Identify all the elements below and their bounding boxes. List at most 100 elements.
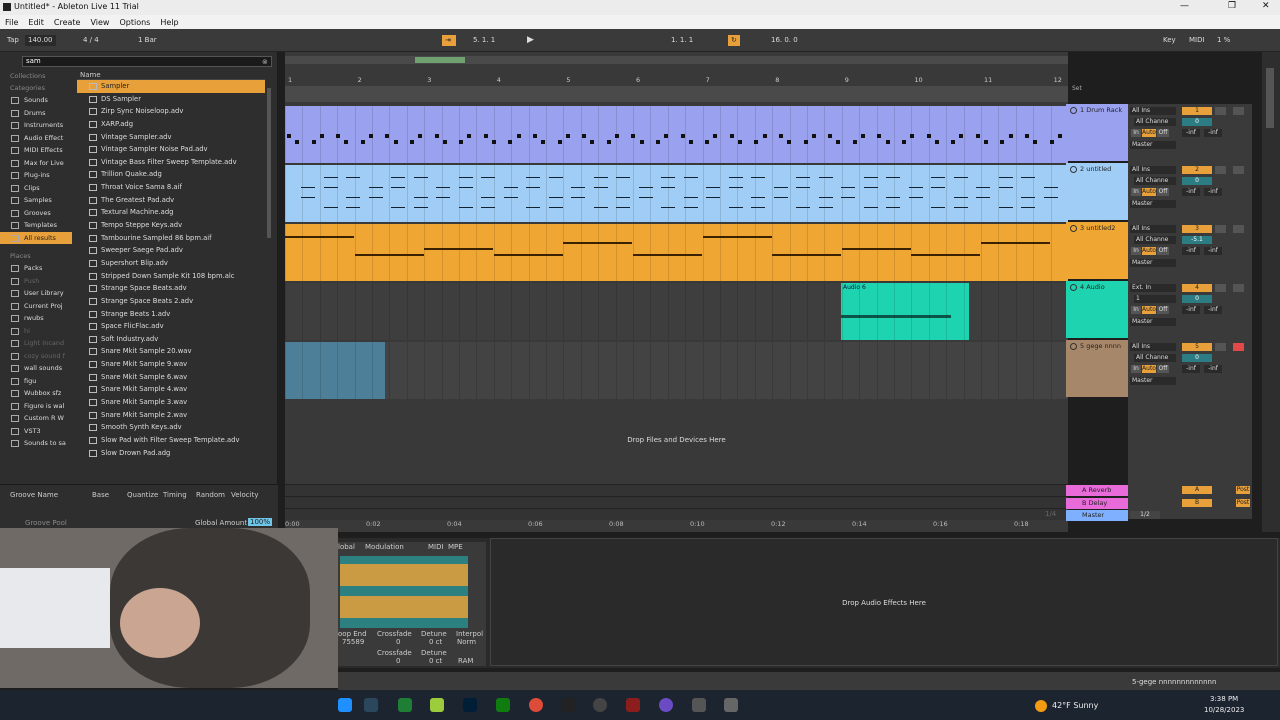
arm-button[interactable] bbox=[1233, 166, 1244, 174]
arrangement-record-icon[interactable]: ⇥ bbox=[442, 35, 456, 46]
category-item[interactable]: MIDI Effects bbox=[0, 144, 72, 157]
track-number-button[interactable]: 1 bbox=[1182, 107, 1212, 115]
volume-field[interactable]: 0 bbox=[1182, 177, 1212, 185]
return-send[interactable]: A bbox=[1182, 486, 1212, 494]
pan-inf-left[interactable]: -inf bbox=[1182, 365, 1200, 373]
menu-create[interactable]: Create bbox=[54, 18, 81, 27]
place-item[interactable]: figu bbox=[0, 375, 72, 388]
return-mode[interactable]: Post bbox=[1236, 486, 1250, 494]
file-item[interactable]: Snare Mkit Sample 2.wav bbox=[77, 409, 265, 422]
monitor-off-button[interactable]: Off bbox=[1157, 247, 1169, 255]
category-item[interactable]: Drums bbox=[0, 107, 72, 120]
collections-header[interactable]: Collections bbox=[0, 70, 72, 82]
close-button[interactable]: ✕ bbox=[1262, 1, 1270, 11]
track-fold-icon[interactable] bbox=[1070, 107, 1077, 114]
arm-button[interactable] bbox=[1233, 343, 1244, 351]
track-fold-icon[interactable] bbox=[1070, 166, 1077, 173]
track-lane-3[interactable] bbox=[285, 224, 1104, 281]
file-item[interactable]: Space FlicFlac.adv bbox=[77, 320, 265, 333]
key-map-button[interactable]: Key bbox=[1160, 35, 1179, 46]
time-ruler[interactable]: 0:00 0:02 0:04 0:06 0:08 0:10 0:12 0:14 0:16 0:18 bbox=[285, 520, 1068, 531]
file-item[interactable]: Strange Space Beats 2.adv bbox=[77, 295, 265, 308]
groove-quantize-header[interactable]: Quantize bbox=[127, 491, 158, 499]
return-header[interactable]: Master bbox=[1066, 510, 1128, 521]
input-type-select[interactable]: All Ins bbox=[1130, 107, 1176, 115]
track-header[interactable]: 1 Drum Rack bbox=[1066, 104, 1128, 161]
steam-icon[interactable] bbox=[364, 698, 378, 712]
obs-icon[interactable] bbox=[593, 698, 607, 712]
place-item[interactable]: VST3 bbox=[0, 425, 72, 438]
file-item[interactable]: Slow Pad with Filter Sweep Template.adv bbox=[77, 434, 265, 447]
ableton-taskbar-icon[interactable] bbox=[724, 698, 738, 712]
file-item[interactable]: Smooth Synth Keys.adv bbox=[77, 421, 265, 434]
category-item[interactable]: Clips bbox=[0, 182, 72, 195]
track-fold-icon[interactable] bbox=[1070, 343, 1077, 350]
file-item[interactable]: Textural Machine.adg bbox=[77, 206, 265, 219]
loop-start[interactable]: 1. 1. 1 bbox=[668, 35, 696, 46]
return-send[interactable]: 1/2 bbox=[1130, 511, 1160, 519]
loop-switch-icon[interactable]: ↻ bbox=[728, 35, 740, 46]
pan-inf-left[interactable]: -inf bbox=[1182, 306, 1200, 314]
monitor-auto-button[interactable]: Auto bbox=[1142, 306, 1156, 314]
category-item[interactable]: Templates bbox=[0, 219, 72, 232]
crossfade-value-2[interactable]: 0 bbox=[396, 657, 400, 665]
track-lane-4[interactable]: Audio 6 bbox=[285, 283, 1104, 340]
global-amount-value[interactable]: 100% bbox=[248, 518, 273, 526]
chrome-icon[interactable] bbox=[529, 698, 543, 712]
file-item[interactable]: Strange Beats 1.adv bbox=[77, 308, 265, 321]
track-header[interactable]: 5 gege nnnn bbox=[1066, 340, 1128, 397]
meter-field[interactable]: 4 / 4 bbox=[80, 35, 102, 46]
master-lane[interactable] bbox=[285, 508, 1068, 520]
groove-random-header[interactable]: Random bbox=[196, 491, 225, 499]
track-number-button[interactable]: 4 bbox=[1182, 284, 1212, 292]
category-item[interactable]: Grooves bbox=[0, 207, 72, 220]
track-header[interactable]: 4 Audio bbox=[1066, 281, 1128, 338]
monitor-off-button[interactable]: Off bbox=[1157, 129, 1169, 137]
volume-field[interactable]: -5.1 bbox=[1182, 236, 1212, 244]
file-item[interactable]: Snare Mkit Sample 20.wav bbox=[77, 345, 265, 358]
place-item[interactable]: cozy sound f bbox=[0, 350, 72, 363]
search-input[interactable]: sam bbox=[22, 56, 272, 67]
place-item[interactable]: Custom R W bbox=[0, 412, 72, 425]
file-item[interactable]: Vintage Sampler.adv bbox=[77, 131, 265, 144]
beat-ruler[interactable]: 1 2 3 4 5 6 7 8 9 10 11 12 bbox=[285, 76, 1068, 86]
loop-length[interactable]: 16. 0. 0 bbox=[768, 35, 801, 46]
file-item[interactable]: XARP.adg bbox=[77, 118, 265, 131]
return-lane-b[interactable] bbox=[285, 496, 1068, 508]
arm-button[interactable] bbox=[1233, 107, 1244, 115]
menu-file[interactable]: File bbox=[5, 18, 18, 27]
monitor-auto-button[interactable]: Auto bbox=[1142, 188, 1156, 196]
pan-inf-left[interactable]: -inf bbox=[1182, 129, 1200, 137]
monitor-auto-button[interactable]: Auto bbox=[1142, 247, 1156, 255]
arm-button[interactable] bbox=[1233, 225, 1244, 233]
tempo-field[interactable]: 140.00 bbox=[25, 35, 56, 46]
groove-velocity-header[interactable]: Velocity bbox=[231, 491, 258, 499]
file-item[interactable]: Tambourine Sampled 86 bpm.aif bbox=[77, 232, 265, 245]
app-icon-2[interactable] bbox=[626, 698, 640, 712]
track-number-button[interactable]: 2 bbox=[1182, 166, 1212, 174]
groove-name-header[interactable]: Groove Name bbox=[10, 491, 58, 499]
track-lane-1[interactable] bbox=[285, 106, 1104, 163]
song-position[interactable]: 5. 1. 1 bbox=[470, 35, 498, 46]
return-header[interactable]: B Delay bbox=[1066, 497, 1128, 509]
monitor-in-button[interactable]: In bbox=[1131, 306, 1141, 314]
monitor-off-button[interactable]: Off bbox=[1157, 188, 1169, 196]
unity-icon[interactable] bbox=[692, 698, 706, 712]
track-fold-icon[interactable] bbox=[1070, 284, 1077, 291]
tap-button[interactable]: Tap bbox=[4, 35, 22, 46]
file-item[interactable]: Throat Voice Sama 8.aif bbox=[77, 181, 265, 194]
output-select[interactable]: Master bbox=[1130, 200, 1176, 208]
arrangement-overview[interactable] bbox=[285, 56, 1068, 64]
audio-clip-5[interactable] bbox=[285, 342, 385, 399]
track-number-button[interactable]: 5 bbox=[1182, 343, 1212, 351]
menu-options[interactable]: Options bbox=[119, 18, 150, 27]
xbox-icon[interactable] bbox=[496, 698, 510, 712]
monitor-auto-button[interactable]: Auto bbox=[1142, 129, 1156, 137]
groove-base-header[interactable]: Base bbox=[92, 491, 109, 499]
input-type-select[interactable]: All Ins bbox=[1130, 343, 1176, 351]
place-item[interactable]: Figure is wal bbox=[0, 400, 72, 413]
track-name[interactable]: 5 gege nnnn bbox=[1080, 342, 1121, 350]
drop-audio-effects-area[interactable]: Drop Audio Effects Here bbox=[490, 538, 1278, 666]
volume-field[interactable]: 0 bbox=[1182, 354, 1212, 362]
play-icon[interactable]: ▶ bbox=[524, 35, 537, 46]
